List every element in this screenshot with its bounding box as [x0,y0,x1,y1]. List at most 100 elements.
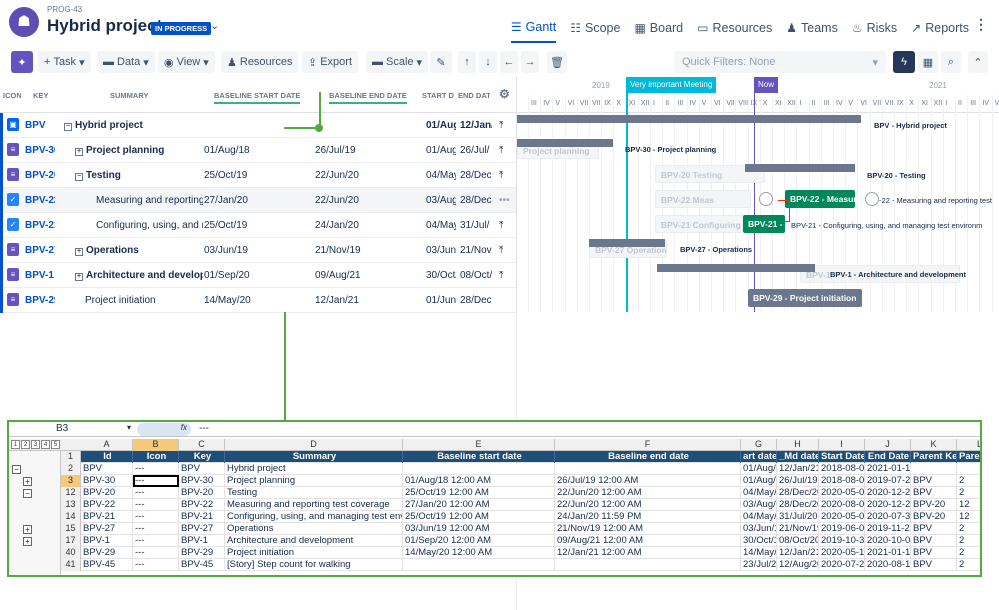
sheet-cell[interactable]: 01/Aug/18 12:00 AM [403,475,555,487]
outline-expand[interactable]: + [23,537,32,546]
sheet-cell[interactable]: 04/May/20 [741,511,777,523]
sheet-cell[interactable]: 03/Aug/20 [741,499,777,511]
project-title[interactable]: Hybrid project [47,16,162,36]
sheet-cell[interactable]: 2019-11-2 [865,523,911,535]
sheet-cell[interactable]: Measuring and reporting test coverage [225,499,403,511]
sheet-cell[interactable]: Configuring, using, and managing test en… [225,511,403,523]
sheet-cell[interactable]: BPV-22 [179,499,225,511]
sheet-cell[interactable]: 2020-07-3 [865,511,911,523]
delete-button[interactable]: 🗑 [547,51,567,73]
sheet-cell[interactable]: BPV-27 [179,523,225,535]
sheet-cell[interactable]: BPV [911,487,957,499]
row-number[interactable]: 1 [61,451,81,463]
summary-bar-bpv-20[interactable] [745,164,855,172]
sheet-cell[interactable]: --- [133,475,179,487]
column-letter[interactable]: A [81,439,133,451]
sheet-cell[interactable]: 2020-08-0 [819,499,865,511]
sheet-cell[interactable]: BPV-27 [81,523,133,535]
meeting-marker[interactable]: Very important Meeting [626,77,717,93]
summary-bar-bpv-1[interactable] [657,264,815,272]
sheet-cell[interactable] [555,559,741,571]
table-row[interactable]: ✓ BPV-21 Configuring, using, and m 25/Oc… [0,213,516,238]
row-number[interactable]: 13 [61,499,81,511]
col-key[interactable]: KEY [33,91,48,100]
collapse-button[interactable]: ⌃ [968,51,988,73]
sheet-cell[interactable]: 25/Oct/19 12:00 AM [403,487,555,499]
sheet-cell[interactable]: Baseline start date [403,451,555,463]
project-avatar-icon[interactable]: ☗ [9,7,39,37]
sheet-cell[interactable]: BPV-20 [179,487,225,499]
sheet-cell[interactable]: 2021-01-1 [865,547,911,559]
sheet-cell[interactable]: 21/Nov/19 12:00 AM [555,523,741,535]
sheet-cell[interactable]: 31/Jul/20 [777,511,819,523]
sheet-cell[interactable]: BPV-29 [81,547,133,559]
column-letter[interactable]: K [911,439,957,451]
sheet-cell[interactable]: Architecture and development [225,535,403,547]
sheet-cell[interactable]: 08/Oct/20 [777,535,819,547]
sheet-cell[interactable]: 2 [957,487,980,499]
table-row[interactable]: ≡ BPV-30 +Project planning 01/Aug/18 26/… [0,138,516,163]
sheet-cell[interactable]: 22/Jun/20 12:00 AM [555,487,741,499]
column-letter[interactable]: G [741,439,777,451]
tab-teams[interactable]: ♟ Teams [786,13,838,43]
milestone-marker[interactable] [759,192,773,206]
sheet-cell[interactable]: Key [179,451,225,463]
sheet-cell[interactable]: --- [133,487,179,499]
column-letter[interactable]: H [777,439,819,451]
sheet-cell[interactable]: 01/Sep/20 12:00 AM [403,535,555,547]
summary-bar-bpv-27[interactable] [589,239,665,247]
tab-reports[interactable]: ↗ Reports [911,13,969,43]
sheet-cell[interactable]: BPV-30 [81,475,133,487]
pin-icon[interactable]: ⤒ [499,270,503,281]
column-letter[interactable]: L [957,439,980,451]
fx-icon[interactable]: fx [137,423,191,436]
view-button[interactable]: ◉ View ▾ [158,51,215,73]
sheet-cell[interactable] [403,559,555,571]
sheet-cell[interactable]: 25/Oct/19 12:00 AM [403,511,555,523]
sheet-cell[interactable] [911,463,957,475]
sheet-cell[interactable]: 30/Oct/19 [741,535,777,547]
sheet-cell[interactable]: 2020-05-1 [819,547,865,559]
sheet-cell[interactable]: 03/Jun/19 [741,523,777,535]
summary-bar-bpv-30[interactable] [517,139,613,147]
gear-icon[interactable]: ⚙ [499,87,510,101]
sheet-cell[interactable]: 2020-07-2 [819,559,865,571]
search-button[interactable]: ⌕ [941,51,961,73]
sheet-cell[interactable]: 2 [957,475,980,487]
outline-levels[interactable]: 12345 [11,440,60,449]
sheet-cell[interactable]: Parent Key [911,451,957,463]
row-number[interactable]: 3 [61,475,81,487]
tab-scope[interactable]: ☷ Scope [570,13,620,43]
column-letter[interactable]: B [133,439,179,451]
row-number[interactable]: 14 [61,511,81,523]
sheet-cell[interactable]: 12/Jan/21 [777,463,819,475]
sheet-cell[interactable]: 2020-08-1 [865,559,911,571]
name-box[interactable]: B3 [11,423,131,436]
sheet-cell[interactable]: 2021-01-12 [865,463,911,475]
sheet-cell[interactable]: 01/Aug/18 [741,463,777,475]
sheet-cell[interactable]: --- [133,535,179,547]
row-number[interactable]: 17 [61,535,81,547]
sheet-cell[interactable]: BPV [911,547,957,559]
row-number[interactable]: 41 [61,559,81,571]
column-letter[interactable]: I [819,439,865,451]
row-number[interactable]: 2 [61,463,81,475]
sheet-cell[interactable]: 28/Dec/20 [777,499,819,511]
col-baseline-end[interactable]: BASELINE END DATE [329,91,407,104]
sheet-cell[interactable]: 2018-08-0 [819,475,865,487]
move-down-button[interactable]: ↓ [479,51,497,73]
sheet-cell[interactable]: 2019-07-2 [865,475,911,487]
table-row[interactable]: ≡ BPV-29 Project initiation 14/May/20 12… [0,288,516,313]
sheet-cell[interactable]: BPV [911,559,957,571]
sheet-cell[interactable]: BPV-1 [179,535,225,547]
summary-bar-bpv[interactable] [517,115,861,123]
sheet-cell[interactable]: _Md date_M [777,451,819,463]
row-number[interactable]: 40 [61,547,81,559]
sheet-cell[interactable]: 12 [957,511,980,523]
sheet-cell[interactable]: 24/Jan/20 11:59 PM [555,511,741,523]
scale-button[interactable]: ▬ Scale ▾ [366,51,429,73]
column-letter[interactable]: J [865,439,911,451]
table-row[interactable]: ▣ BPV −Hybrid project 01/Aug 12/Jan/ ⤒ [0,113,516,138]
task-bar-bpv-29[interactable]: BPV-29 - Project initiation [748,289,862,307]
tab-board[interactable]: ▦ Board [634,13,683,43]
